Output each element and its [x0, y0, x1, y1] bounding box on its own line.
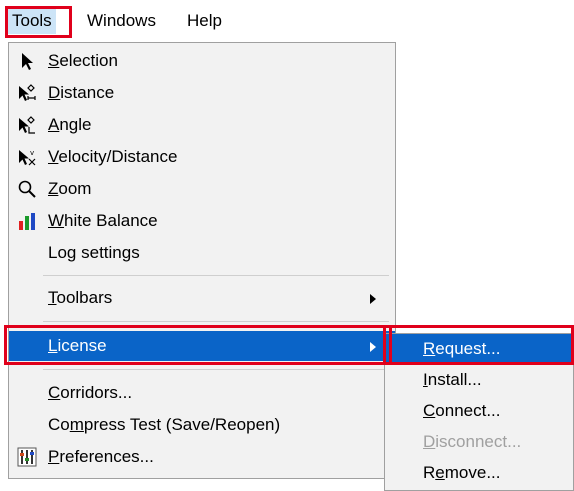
svg-text:v: v — [30, 149, 34, 157]
menu-item-preferences[interactable]: Preferences... — [9, 442, 395, 472]
menu-item-label: White Balance — [48, 211, 158, 230]
menu-item-label: Velocity/Distance — [48, 147, 178, 166]
preferences-icon — [17, 447, 37, 467]
menu-item-label: Zoom — [48, 179, 92, 198]
submenu-item-label: Connect... — [423, 401, 501, 420]
submenu-arrow-icon — [370, 294, 376, 304]
menu-separator — [43, 369, 389, 370]
bar-graph-icon — [19, 213, 35, 230]
submenu-item-connect[interactable]: Connect... — [385, 396, 574, 426]
menu-item-label: Toolbars — [48, 288, 113, 307]
menu-separator — [43, 321, 389, 322]
submenu-arrow-icon — [370, 342, 376, 352]
license-submenu: Request... Install... Connect... Disconn… — [384, 333, 574, 491]
submenu-item-remove[interactable]: Remove... — [385, 458, 574, 488]
submenu-item-label: Remove... — [423, 463, 501, 482]
menu-separator — [43, 275, 389, 276]
menu-item-label: Compress Test (Save/Reopen) — [48, 415, 281, 434]
tools-menu: Selection Distance Angle v Velocity/Dist… — [8, 42, 396, 479]
menu-item-label: Log settings — [48, 243, 140, 262]
arrow-cursor-icon — [22, 53, 33, 70]
angle-cursor-icon — [19, 116, 35, 134]
menu-item-label: Selection — [48, 51, 118, 70]
menu-help[interactable]: Help — [183, 8, 226, 34]
submenu-item-label: Request... — [423, 339, 501, 358]
menu-item-angle[interactable]: Angle — [9, 110, 395, 140]
submenu-item-request[interactable]: Request... — [385, 334, 574, 364]
menu-item-zoom[interactable]: Zoom — [9, 174, 395, 204]
menu-bar: Tools Windows Help — [0, 0, 574, 36]
menu-item-selection[interactable]: Selection — [9, 46, 395, 76]
submenu-item-label: Disconnect... — [423, 432, 522, 451]
menu-windows[interactable]: Windows — [83, 8, 160, 34]
menu-item-compress-test[interactable]: Compress Test (Save/Reopen) — [9, 410, 395, 440]
menu-item-white-balance[interactable]: White Balance — [9, 206, 395, 236]
velocity-cursor-icon: v — [19, 149, 36, 166]
distance-cursor-icon — [19, 84, 36, 101]
submenu-item-disconnect: Disconnect... — [385, 427, 574, 457]
menu-item-label: Preferences... — [48, 447, 154, 466]
magnifier-icon — [18, 180, 36, 198]
submenu-item-install[interactable]: Install... — [385, 365, 574, 395]
menu-item-velocity-distance[interactable]: v Velocity/Distance — [9, 142, 395, 172]
submenu-item-label: Install... — [423, 370, 482, 389]
menu-item-log-settings[interactable]: Log settings — [9, 238, 395, 268]
menu-item-label: Angle — [48, 115, 92, 134]
menu-item-corridors[interactable]: Corridors... — [9, 378, 395, 408]
menu-item-toolbars[interactable]: Toolbars — [9, 283, 395, 313]
menu-item-label: Corridors... — [48, 383, 133, 402]
menu-item-license[interactable]: License — [9, 331, 395, 361]
menu-item-distance[interactable]: Distance — [9, 78, 395, 108]
menu-item-label: Distance — [48, 83, 115, 102]
menu-tools[interactable]: Tools — [8, 8, 56, 34]
menu-item-label: License — [48, 336, 107, 355]
